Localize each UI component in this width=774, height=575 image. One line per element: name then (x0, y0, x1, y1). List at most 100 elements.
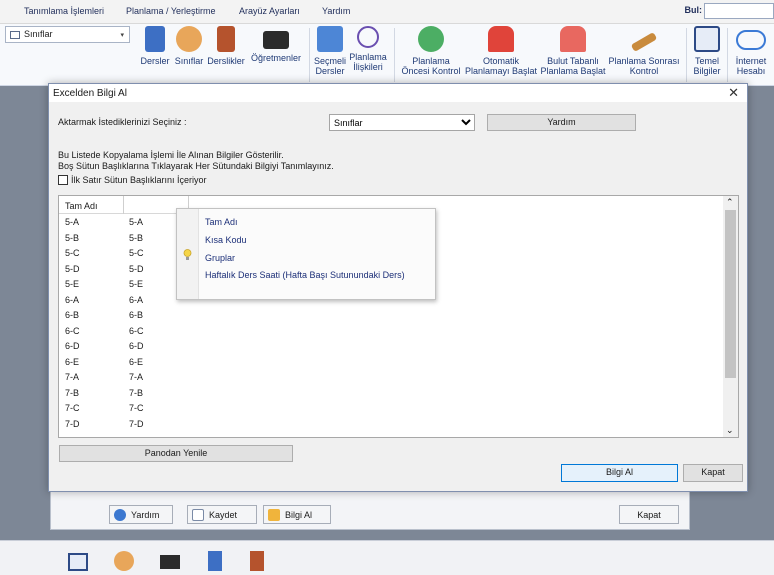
import-type-select[interactable]: Sınıflar (329, 114, 475, 131)
table-row[interactable]: 6-D 6-D (59, 338, 189, 354)
find-input[interactable] (704, 3, 774, 19)
table-row[interactable]: 6-E 6-E (59, 353, 189, 369)
table-cell: 5-D (129, 263, 144, 274)
menu-planlama[interactable]: Planlama / Yerleştirme (126, 6, 216, 16)
grid-header: Tam Adı (59, 196, 189, 214)
table-cell: 6-D (65, 341, 80, 351)
table-row[interactable]: 7-A 7-A (59, 369, 189, 385)
lightbulb-icon (183, 249, 192, 260)
close-icon[interactable]: ✕ (728, 85, 739, 101)
ribbon-siniflar-button[interactable]: Sınıflar (173, 26, 205, 66)
table-row[interactable]: 5-D 5-D (59, 260, 189, 276)
find-label: Bul: (684, 5, 703, 15)
ribbon-bulut-button[interactable]: Bulut Tabanlı Planlama Başlat (539, 26, 607, 76)
popup-item-haftalik-ders-saati[interactable]: Haftalık Ders Saati (Hafta Başı Sutunund… (205, 270, 405, 280)
ribbon-separator (686, 28, 687, 82)
ribbon-temel-bilgiler-button[interactable]: Temel Bilgiler (690, 26, 724, 76)
menu-bar: Tanımlama İşlemleri Planlama / Yerleştir… (0, 0, 774, 24)
table-cell: 5-E (129, 279, 144, 289)
scroll-thumb[interactable] (725, 210, 736, 378)
table-cell: 5-D (65, 263, 80, 274)
help-icon (114, 508, 126, 521)
close-button[interactable]: Kapat (683, 464, 743, 482)
table-row[interactable]: 7-C 7-C (59, 400, 189, 416)
table-cell: 6-A (65, 294, 80, 305)
table-cell: 6-B (129, 310, 144, 320)
ribbon-otomatik-button[interactable]: Otomatik Planlamayı Başlat (464, 26, 538, 76)
table-row[interactable]: 6-A 6-A (59, 291, 189, 307)
table-cell: 7-C (129, 403, 144, 413)
ribbon-label: Planlamayı Başlat (464, 66, 538, 76)
ribbon-oncesi-kontrol-button[interactable]: Planlama Öncesi Kontrol (399, 26, 463, 76)
gavel-icon (630, 32, 658, 52)
list-icon (10, 31, 20, 39)
table-row[interactable]: 6-C 6-C (59, 322, 189, 338)
ribbon-label: Planlama (412, 56, 450, 66)
class-combo[interactable]: Sınıflar ▾ (5, 26, 130, 43)
ribbon-label: Otomatik (482, 56, 519, 66)
ribbon-ogretmenler-button[interactable]: Öğretmenler (249, 26, 303, 63)
ribbon-label: Kontrol (629, 66, 659, 76)
import-icon (268, 508, 280, 521)
table-row[interactable]: 7-D 7-D (59, 415, 189, 431)
popup-item-gruplar[interactable]: Gruplar (205, 253, 235, 263)
ribbon-separator (727, 28, 728, 82)
bank-icon[interactable] (68, 553, 88, 571)
auto-plan-icon (488, 26, 514, 52)
dialog-title: Excelden Bilgi Al (53, 88, 127, 99)
graduation-cap-icon (263, 31, 289, 49)
scroll-up-icon[interactable]: ⌃ (726, 197, 734, 208)
students-icon (176, 26, 202, 52)
table-cell: 5-E (65, 279, 80, 289)
students-icon[interactable] (114, 551, 134, 571)
info-line-2: Boş Sütun Başlıklarına Tıklayarak Her Sü… (58, 161, 334, 171)
header-row-checkbox-label: İlk Satır Sütun Başlıklarını İçeriyor (71, 175, 207, 185)
column-header-tam-adi[interactable]: Tam Adı (65, 201, 98, 211)
import-button[interactable]: Bilgi Al (561, 464, 678, 482)
class-combo-value: Sınıflar (24, 29, 53, 39)
help-button[interactable]: Yardım (487, 114, 636, 131)
ribbon-label: İnternet (735, 56, 767, 66)
table-cell: 6-C (65, 325, 80, 336)
info-line-1: Bu Listede Kopyalama İşlemi İle Alınan B… (58, 150, 284, 160)
ribbon-secmeli-button[interactable]: Seçmeli Dersler (313, 26, 347, 76)
bg-import-button[interactable]: Bilgi Al (263, 505, 331, 524)
popup-item-tam-adi[interactable]: Tam Adı (205, 217, 238, 227)
bg-help-button[interactable]: Yardım (109, 505, 173, 524)
header-row-checkbox[interactable] (58, 175, 68, 185)
vertical-scrollbar[interactable]: ⌃ ⌄ (723, 196, 738, 437)
scroll-down-icon[interactable]: ⌄ (726, 425, 734, 436)
ribbon-internet-hesabi-button[interactable]: İnternet Hesabı (730, 26, 772, 76)
ribbon-iliskiler-button[interactable]: Planlama İlişkileri (348, 26, 388, 72)
table-row[interactable]: 6-B 6-B (59, 307, 189, 323)
bg-save-button[interactable]: Kaydet (187, 505, 257, 524)
table-cell: 6-E (129, 356, 144, 367)
table-cell: 5-C (65, 248, 80, 258)
table-row[interactable]: 5-C 5-C (59, 245, 189, 261)
ribbon-label: Temel (694, 56, 719, 66)
table-cell: 5-A (65, 217, 80, 227)
ribbon-dersler-button[interactable]: Dersler (139, 26, 171, 66)
table-cell: 6-B (65, 310, 80, 320)
table-cell: 7-C (65, 403, 80, 413)
refresh-from-clipboard-button[interactable]: Panodan Yenile (59, 445, 293, 462)
ribbon-sonrasi-kontrol-button[interactable]: Planlama Sonrası Kontrol (607, 26, 681, 76)
door-icon[interactable] (250, 551, 264, 571)
menu-tanimlama[interactable]: Tanımlama İşlemleri (24, 6, 104, 16)
book-icon[interactable] (208, 551, 222, 571)
bg-close-button[interactable]: Kapat (619, 505, 679, 524)
ribbon-label: Dersler (140, 56, 170, 66)
menu-yardim[interactable]: Yardım (322, 6, 350, 16)
table-cell: 7-D (129, 418, 144, 429)
popup-item-kisa-kodu[interactable]: Kısa Kodu (205, 235, 247, 245)
table-cell: 7-A (129, 372, 144, 382)
table-row[interactable]: 5-A 5-A (59, 214, 189, 230)
table-row[interactable]: 7-B 7-B (59, 384, 189, 400)
table-row[interactable]: 5-B 5-B (59, 229, 189, 245)
table-row[interactable]: 5-E 5-E (59, 276, 189, 292)
menu-arayuz[interactable]: Arayüz Ayarları (239, 6, 300, 16)
ribbon-label: Planlama (349, 52, 387, 62)
bottom-toolbar (0, 540, 774, 575)
ribbon-derslikler-button[interactable]: Derslikler (206, 26, 246, 66)
graduation-cap-icon[interactable] (160, 555, 180, 569)
